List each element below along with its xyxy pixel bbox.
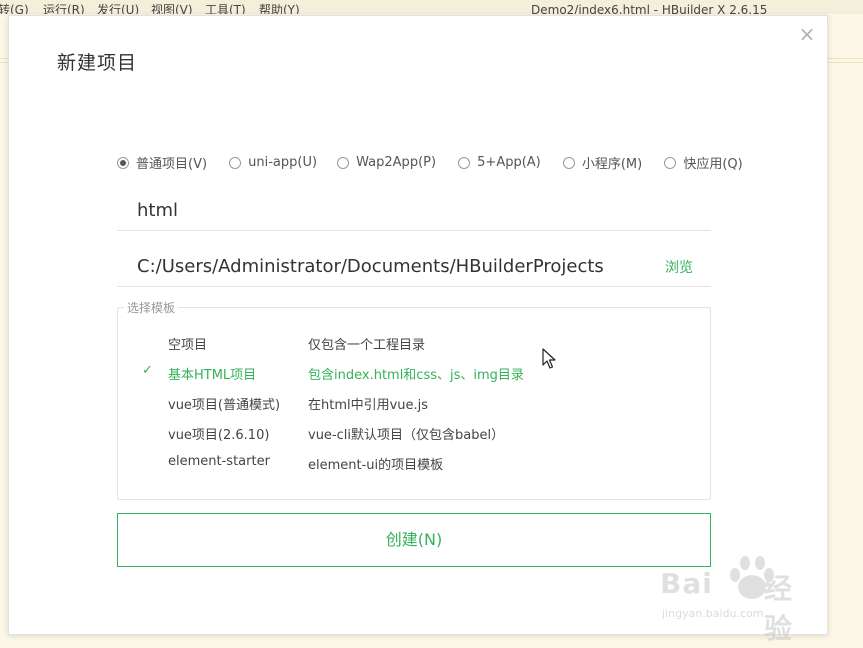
radio-normal-project[interactable]: 普通项目(V): [117, 153, 207, 172]
template-name: vue项目(普通模式): [168, 398, 281, 413]
radio-uni-app[interactable]: uni-app(U): [229, 155, 317, 170]
radio-label: uni-app(U): [248, 155, 318, 170]
radio-unchecked-icon: [337, 156, 350, 169]
radio-label: 普通项目(V): [136, 157, 208, 172]
template-legend: 选择模板: [124, 299, 179, 316]
template-desc: 仅包含一个工程目录: [308, 338, 426, 353]
create-button[interactable]: 创建(N): [117, 513, 711, 567]
template-desc: element-ui的项目模板: [308, 458, 444, 473]
project-type-group: 普通项目(V) uni-app(U) Wap2App(P) 5+App(A) 小…: [117, 153, 743, 172]
radio-wap2app[interactable]: Wap2App(P): [337, 155, 436, 170]
template-item-empty[interactable]: 空项目 仅包含一个工程目录: [118, 330, 710, 354]
template-name: element-starter: [168, 454, 270, 469]
new-project-dialog: 新建项目 × 普通项目(V) uni-app(U) Wap2App(P) 5+A…: [8, 15, 828, 635]
radio-unchecked-icon: [229, 156, 242, 169]
background-menubar: 转(G) 运行(R) 发行(U) 视图(V) 工具(T) 帮助(Y) Demo2…: [0, 0, 863, 14]
template-name: 空项目: [168, 338, 208, 353]
radio-unchecked-icon: [458, 156, 471, 169]
template-selector: 选择模板 空项目 仅包含一个工程目录 ✓ 基本HTML项目 包含index.ht…: [117, 299, 711, 500]
radio-checked-icon: [117, 156, 129, 169]
watermark-url: jingyan.baidu.com: [662, 607, 764, 620]
menu-item-goto[interactable]: 转(G): [0, 3, 29, 14]
radio-mini-program[interactable]: 小程序(M): [562, 153, 643, 172]
template-item-vue-cli[interactable]: vue项目(2.6.10) vue-cli默认项目（仅包含babel）: [118, 420, 710, 444]
template-item-element-starter[interactable]: element-starter element-ui的项目模板: [118, 450, 710, 474]
template-name: 基本HTML项目: [168, 368, 257, 383]
radio-quick-app[interactable]: 快应用(Q): [664, 153, 743, 172]
window-title: Demo2/index6.html - HBuilder X 2.6.15: [531, 3, 768, 14]
project-path-input[interactable]: [137, 250, 637, 282]
browse-button[interactable]: 浏览: [665, 257, 693, 277]
menu-item-tools[interactable]: 工具(T): [205, 3, 246, 14]
radio-5plus-app[interactable]: 5+App(A): [458, 155, 541, 170]
menu-item-view[interactable]: 视图(V): [151, 3, 193, 14]
template-item-vue-normal[interactable]: vue项目(普通模式) 在html中引用vue.js: [118, 390, 710, 414]
watermark-text: Bai: [660, 567, 713, 600]
radio-label: 5+App(A): [477, 155, 541, 170]
dialog-title: 新建项目: [57, 52, 138, 74]
radio-label: 小程序(M): [581, 157, 643, 172]
template-item-basic-html[interactable]: ✓ 基本HTML项目 包含index.html和css、js、img目录: [118, 360, 710, 384]
radio-unchecked-icon: [664, 156, 677, 169]
close-icon: ×: [798, 22, 816, 46]
radio-unchecked-icon: [562, 156, 575, 169]
close-button[interactable]: ×: [797, 24, 817, 44]
watermark-text: 经验: [764, 572, 794, 645]
project-path-row: 浏览: [117, 246, 711, 287]
menu-item-run[interactable]: 运行(R): [43, 3, 85, 14]
check-icon: ✓: [142, 363, 153, 378]
template-desc: vue-cli默认项目（仅包含babel）: [308, 428, 505, 443]
menu-item-help[interactable]: 帮助(Y): [259, 3, 300, 14]
menu-item-publish[interactable]: 发行(U): [97, 3, 139, 14]
radio-label: 快应用(Q): [683, 157, 743, 172]
project-name-input[interactable]: [137, 194, 637, 226]
template-name: vue项目(2.6.10): [168, 428, 270, 443]
template-desc: 在html中引用vue.js: [308, 398, 429, 413]
radio-label: Wap2App(P): [356, 155, 437, 170]
template-desc: 包含index.html和css、js、img目录: [308, 368, 524, 383]
mouse-pointer-icon: [542, 348, 556, 369]
project-name-row: [117, 190, 711, 231]
